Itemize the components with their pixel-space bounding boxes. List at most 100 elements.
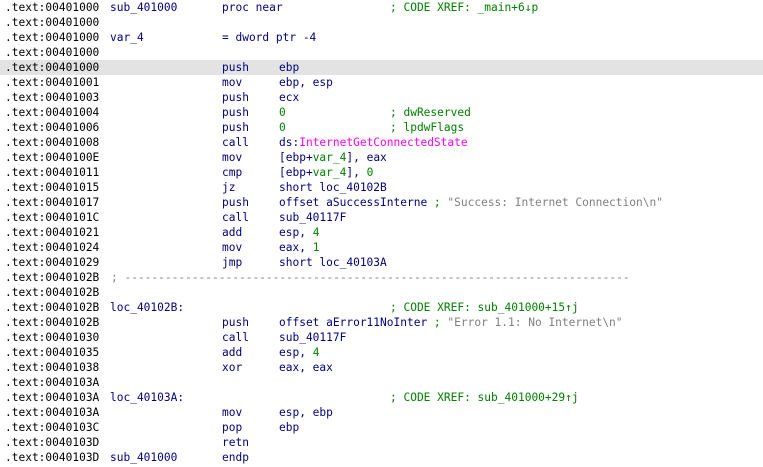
code-line[interactable]: .text:00401017 push offset aSuccessInterne… [0,195,763,210]
address[interactable]: .text:00401000 [5,15,99,30]
code-line[interactable]: .text:00401035 add esp, 4 [0,345,763,360]
mnemonic[interactable]: push [222,90,249,105]
operands[interactable]: esp, 4 [279,345,319,360]
address[interactable]: .text:00401000 [5,30,99,45]
label[interactable]: sub_401000 [110,0,177,15]
operand[interactable]: ebp [279,421,299,434]
address[interactable]: .text:00401017 [5,195,99,210]
operands[interactable]: ebp [279,420,299,435]
address[interactable]: .text:00401008 [5,135,99,150]
code-line[interactable]: .text:0040102B [0,285,763,300]
operands[interactable]: esp, ebp [279,405,333,420]
operand[interactable]: short loc_40103A [279,256,387,269]
mnemonic[interactable]: push [222,195,249,210]
address[interactable]: .text:0040100E [5,150,99,165]
code-line[interactable]: .text:00401015 jz short loc_40102B [0,180,763,195]
address[interactable]: .text:0040102B [5,300,99,315]
mnemonic[interactable]: add [222,345,242,360]
code-line[interactable]: .text:0040100E mov [ebp+var_4], eax [0,150,763,165]
operands[interactable]: eax, 1 [279,240,319,255]
operands[interactable]: [ebp+var_4], 0 [279,165,373,180]
code-line[interactable]: .text:00401029 jmp short loc_40103A [0,255,763,270]
code-line[interactable]: .text:0040102B push offset aError11NoInter… [0,315,763,330]
mnemonic[interactable]: cmp [222,165,242,180]
operands[interactable]: [ebp+var_4], eax [279,150,387,165]
mnemonic[interactable]: jmp [222,255,242,270]
mnemonic[interactable]: = dword ptr -4 [222,30,316,45]
mnemonic[interactable]: pop [222,420,242,435]
label[interactable]: loc_40102B: [110,300,184,315]
mnemonic[interactable]: call [222,330,249,345]
code-line[interactable]: .text:00401030 call sub_40117F [0,330,763,345]
code-line[interactable]: .text:0040103D retn [0,435,763,450]
operands[interactable]: short loc_40103A [279,255,387,270]
mnemonic[interactable]: push [222,120,249,135]
operand[interactable]: eax, [279,241,313,254]
operand[interactable]: esp, [279,346,313,359]
code-line[interactable]: .text:00401001 mov ebp, esp [0,75,763,90]
mnemonic[interactable]: add [222,225,242,240]
code-line[interactable]: .text:00401000 [0,45,763,60]
mnemonic[interactable]: mov [222,405,242,420]
code-line[interactable]: .text:00401000 sub_401000 proc near ; CODE … [0,0,763,15]
mnemonic[interactable]: retn [222,435,249,450]
address[interactable]: .text:00401011 [5,165,99,180]
address[interactable]: .text:00401029 [5,255,99,270]
code-line[interactable]: .text:00401004 push 0 ; dwReserved [0,105,763,120]
operands[interactable]: esp, 4 [279,225,319,240]
address[interactable]: .text:00401004 [5,105,99,120]
address[interactable]: .text:00401035 [5,345,99,360]
operand[interactable]: offset aError11NoInter [279,316,427,329]
operands[interactable]: eax, eax [279,360,333,375]
code-line[interactable]: .text:00401000 [0,15,763,30]
code-line[interactable]: .text:0040103A mov esp, ebp [0,405,763,420]
label[interactable]: sub_401000 [110,450,177,465]
code-line[interactable]: .text:00401038 xor eax, eax [0,360,763,375]
operand[interactable]: ecx [279,91,299,104]
mnemonic[interactable]: push [222,60,249,75]
address[interactable]: .text:0040103A [5,405,99,420]
label[interactable]: loc_40103A: [110,390,184,405]
operand[interactable]: ebp, esp [279,76,333,89]
mnemonic[interactable]: jz [222,180,235,195]
label[interactable]: var_4 [110,30,144,45]
code-line[interactable]: .text:0040103A loc_40103A: ; CODE XREF: su… [0,390,763,405]
mnemonic[interactable]: mov [222,240,242,255]
address[interactable]: .text:0040103A [5,375,99,390]
operands[interactable]: ecx [279,90,299,105]
code-line[interactable]: .text:00401003 push ecx [0,90,763,105]
address[interactable]: .text:00401000 [5,0,99,15]
disassembly-listing[interactable]: .text:00401000 sub_401000 proc near ; CODE … [0,0,763,467]
operand[interactable]: esp, ebp [279,406,333,419]
operands[interactable]: 0 [279,105,286,120]
mnemonic[interactable]: proc near [222,0,283,15]
code-line[interactable]: .text:00401006 push 0 ; lpdwFlags [0,120,763,135]
operand[interactable]: [ebp+ [279,166,313,179]
operands[interactable]: ebp, esp [279,75,333,90]
stack-variable[interactable]: var_4 [313,151,347,164]
code-line[interactable]: .text:0040101C call sub_40117F [0,210,763,225]
stack-variable[interactable]: var_4 [313,166,347,179]
address[interactable]: .text:0040103A [5,390,99,405]
operands[interactable]: sub_40117F [279,210,346,225]
operand[interactable]: ], eax [346,151,386,164]
operands[interactable]: ebp [279,60,299,75]
address[interactable]: .text:00401006 [5,120,99,135]
operands[interactable]: sub_40117F [279,330,346,345]
mnemonic[interactable]: push [222,315,249,330]
code-line[interactable]: .text:00401021 add esp, 4 [0,225,763,240]
code-line[interactable]: .text:00401008 call ds:InternetGetConnecte… [0,135,763,150]
operand[interactable]: sub_40117F [279,331,346,344]
operands[interactable]: offset aError11NoInter ; "Error 1.1: No … [279,315,623,330]
operands[interactable]: 0 [279,120,286,135]
address[interactable]: .text:00401030 [5,330,99,345]
address[interactable]: .text:00401003 [5,90,99,105]
code-line[interactable]: .text:00401000 var_4 = dword ptr -4 [0,30,763,45]
code-line[interactable]: .text:0040103A [0,375,763,390]
address[interactable]: .text:0040102B [5,270,99,285]
code-line[interactable]: .text:00401024 mov eax, 1 [0,240,763,255]
mnemonic[interactable]: xor [222,360,242,375]
code-line[interactable]: .text:0040102B loc_40102B: ; CODE XREF: su… [0,300,763,315]
operands[interactable]: ds:InternetGetConnectedState [279,135,468,150]
mnemonic[interactable]: endp [222,450,249,465]
